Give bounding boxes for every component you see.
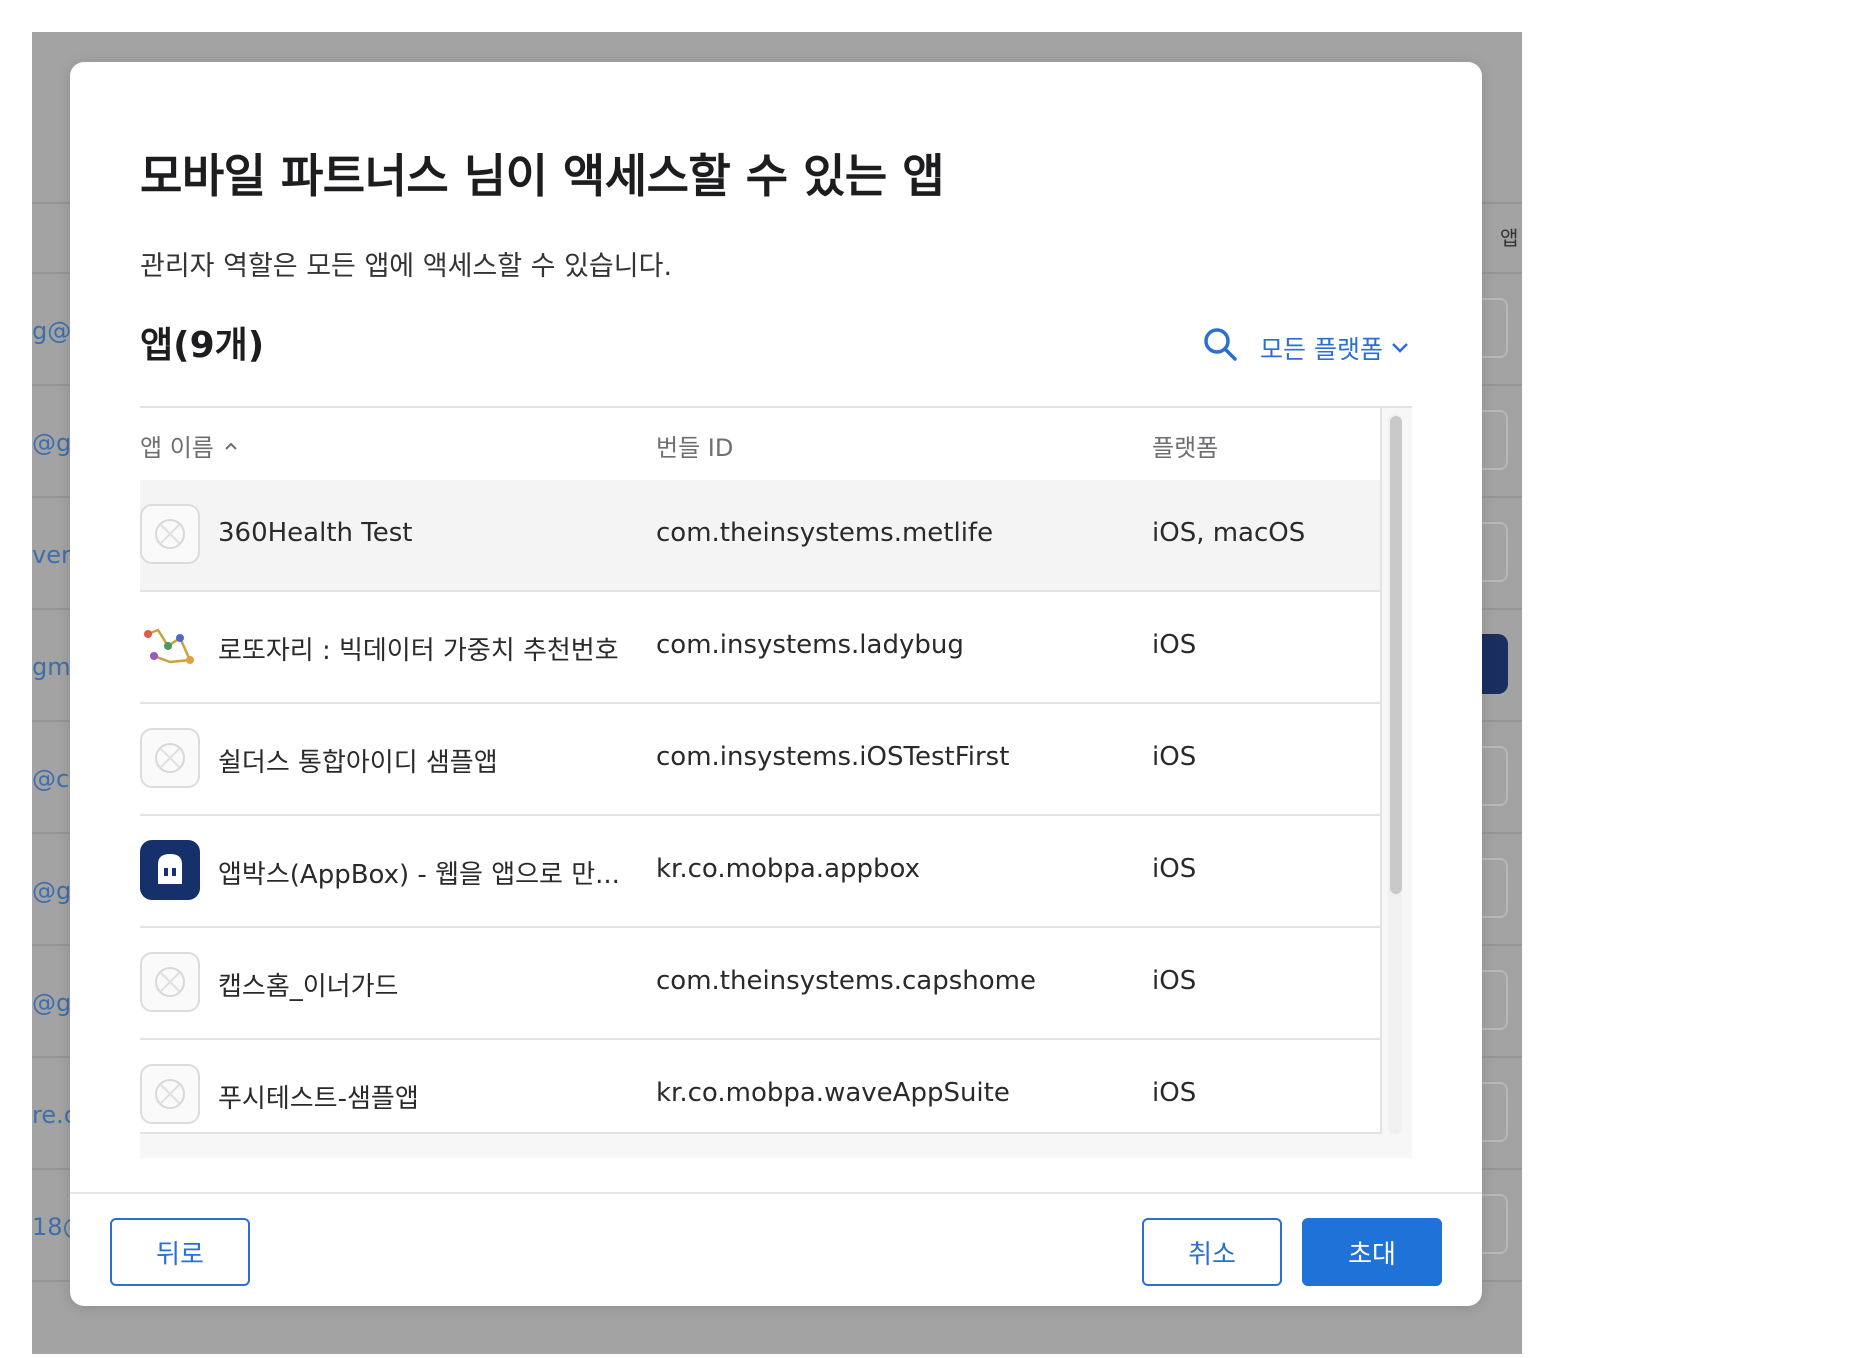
column-header-label: 앱 이름 (140, 434, 214, 462)
table-header: 앱 이름 번들 ID 플랫폼 (140, 408, 1380, 482)
bundle-id: kr.co.mobpa.waveAppSuite (656, 1078, 1010, 1108)
search-icon (1204, 328, 1237, 361)
back-button[interactable]: 뒤로 (110, 1218, 250, 1286)
app-name: 쉴더스 통합아이디 샘플앱 (218, 748, 498, 778)
placeholder-app-icon (140, 728, 200, 788)
bg-email-fragment: aver.com (32, 1346, 142, 1354)
search-button[interactable] (1200, 324, 1240, 364)
invite-button[interactable]: 초대 (1302, 1218, 1442, 1286)
bg-email-fragment: gm (32, 653, 71, 681)
apps-count-heading: 앱(9개) (140, 325, 265, 366)
platform: iOS (1152, 854, 1197, 884)
app-name: 로또자리 : 빅데이터 가중치 추천번호 (218, 636, 619, 666)
bg-email-fragment: @g (32, 877, 72, 905)
bundle-id: com.insystems.iOSTestFirst (656, 742, 1010, 772)
app-name: 푸시테스트-샘플앱 (218, 1084, 419, 1114)
app-access-dialog: 모바일 파트너스 님이 액세스할 수 있는 앱 관리자 역할은 모든 앱에 액세… (70, 62, 1482, 1306)
apps-table: 앱 이름 번들 ID 플랫폼 360Health Test com.theins… (140, 406, 1412, 1158)
footer-divider (70, 1192, 1482, 1194)
bg-column-header: 앱 (1500, 226, 1519, 250)
app-name: 캡스홈_이너가드 (218, 972, 399, 1002)
column-header-app-name[interactable]: 앱 이름 (140, 428, 238, 463)
platform-filter-dropdown[interactable]: 모든 플랫폼 (1260, 330, 1409, 366)
platform-filter-label: 모든 플랫폼 (1260, 335, 1383, 364)
table-row[interactable]: 앱박스(AppBox) - 웹을 앱으로 만... kr.co.mobpa.ap… (140, 816, 1380, 928)
placeholder-app-icon (140, 504, 200, 564)
platform: iOS (1152, 742, 1197, 772)
bundle-id: kr.co.mobpa.appbox (656, 854, 921, 884)
platform: iOS (1152, 630, 1197, 660)
dialog-subtitle: 관리자 역할은 모든 앱에 액세스할 수 있습니다. (140, 251, 673, 282)
placeholder-app-icon (140, 1064, 200, 1124)
cancel-button[interactable]: 취소 (1142, 1218, 1282, 1286)
lotto-app-icon (140, 616, 200, 676)
bg-email-fragment: @g (32, 989, 72, 1017)
platform: iOS (1152, 966, 1197, 996)
placeholder-app-icon (140, 952, 200, 1012)
bg-email-fragment: ver (32, 541, 71, 569)
platform: iOS (1152, 1078, 1197, 1108)
bundle-id: com.insystems.ladybug (656, 630, 964, 660)
table-row[interactable]: 쉴더스 통합아이디 샘플앱 com.insystems.iOSTestFirst… (140, 704, 1380, 816)
apps-table-body: 앱 이름 번들 ID 플랫폼 360Health Test com.theins… (140, 408, 1382, 1134)
chevron-down-icon (1392, 343, 1408, 353)
bg-email-fragment: g@ (32, 317, 72, 345)
table-row[interactable]: 캡스홈_이너가드 com.theinsystems.capshome iOS (140, 928, 1380, 1040)
table-row[interactable]: 푸시테스트-샘플앱 kr.co.mobpa.waveAppSuite iOS (140, 1040, 1380, 1132)
app-name: 360Health Test (218, 518, 413, 548)
platform: iOS, macOS (1152, 518, 1306, 548)
bundle-id: com.theinsystems.metlife (656, 518, 994, 548)
table-row[interactable]: 360Health Test com.theinsystems.metlife … (140, 480, 1380, 592)
appbox-app-icon (140, 840, 200, 900)
bg-email-fragment: @g (32, 429, 72, 457)
column-header-platform[interactable]: 플랫폼 (1152, 428, 1218, 463)
bg-user-name: 류다연 (482, 1346, 548, 1354)
scrollbar-thumb[interactable] (1390, 416, 1402, 894)
dialog-title: 모바일 파트너스 님이 액세스할 수 있는 앱 (140, 149, 945, 203)
table-row[interactable]: 로또자리 : 빅데이터 가중치 추천번호 com.insystems.ladyb… (140, 592, 1380, 704)
sort-ascending-icon (225, 442, 237, 450)
bg-user-role: 앱 관리 (1048, 1346, 1122, 1354)
app-name: 앱박스(AppBox) - 웹을 앱으로 만... (218, 860, 620, 890)
column-header-bundle-id[interactable]: 번들 ID (656, 428, 733, 463)
bundle-id: com.theinsystems.capshome (656, 966, 1036, 996)
